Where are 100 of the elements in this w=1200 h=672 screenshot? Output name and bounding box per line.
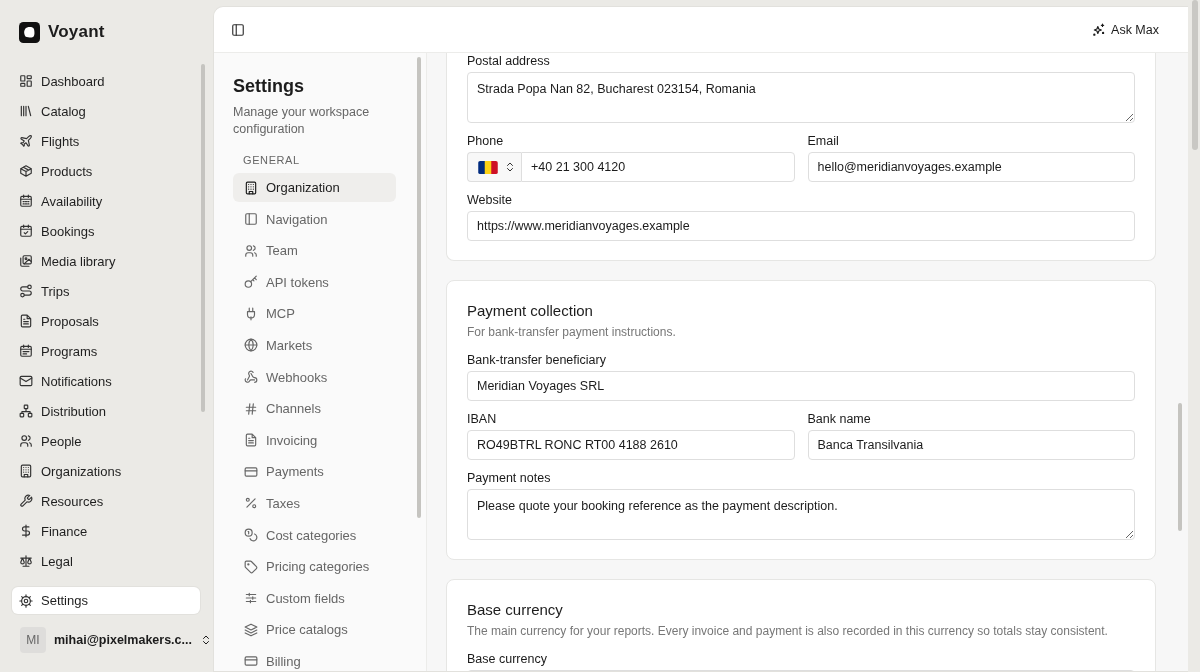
network-icon (19, 404, 33, 418)
nav-item[interactable]: Programs (0, 336, 213, 366)
field-label: Base currency (467, 652, 548, 667)
settings-nav-item[interactable]: Webhooks (233, 362, 396, 392)
settings-nav-item[interactable]: Price catalogs (233, 615, 396, 645)
sidebar-toggle-icon (231, 22, 245, 37)
plug-icon (244, 306, 258, 321)
globe-icon (244, 338, 258, 353)
sparkle-icon (1092, 22, 1107, 37)
user-email[interactable]: mihai@pixelmakers.c... (54, 633, 192, 647)
field-label: Bank name (807, 412, 872, 427)
card-description: The main currency for your reports. Every invoice and payment is also recorded in this currency so totals stay consistent. (467, 623, 1109, 639)
sidebar-toggle-icon (244, 212, 258, 227)
country-select[interactable] (467, 152, 521, 182)
nav-item[interactable]: Bookings (0, 216, 213, 246)
field-label: IBAN (467, 412, 498, 427)
route-icon (19, 284, 33, 298)
logo-icon (19, 21, 40, 43)
nav-item[interactable]: Flights (0, 126, 213, 156)
user-avatar: MI (20, 627, 46, 653)
settings-icon (19, 593, 33, 608)
settings-nav-item[interactable]: Cost categories (233, 520, 396, 550)
flag-icon (478, 160, 498, 174)
settings-nav-item[interactable]: Organization (233, 173, 396, 202)
field-label: Phone (467, 134, 505, 149)
nav-item[interactable]: Settings (12, 587, 200, 614)
grid-icon (19, 74, 33, 88)
scrollbar[interactable] (201, 64, 205, 412)
nav-item[interactable]: Legal (0, 546, 213, 576)
dollar-icon (19, 524, 33, 538)
nav-item[interactable]: Resources (0, 486, 213, 516)
settings-nav-item[interactable]: Pricing categories (233, 552, 396, 582)
wrench-icon (19, 494, 33, 508)
nav-item[interactable]: Notifications (0, 366, 213, 396)
nav-item[interactable]: Products (0, 156, 213, 186)
tag-icon (244, 559, 258, 574)
settings-nav-item[interactable]: Team (233, 236, 396, 266)
calendar-icon (19, 344, 33, 358)
settings-nav-item[interactable]: API tokens (233, 267, 396, 297)
scrollbar[interactable] (1192, 0, 1198, 150)
layers-icon (244, 622, 258, 637)
images-icon (19, 254, 33, 268)
calendar-icon (19, 194, 33, 208)
nav-item[interactable]: Media library (0, 246, 213, 276)
text-area[interactable]: Please quote your booking reference as the payment description. (467, 489, 1135, 540)
nav-item[interactable]: Dashboard (0, 66, 213, 96)
scrollbar[interactable] (417, 57, 421, 518)
settings-nav-item[interactable]: Custom fields (233, 583, 396, 613)
nav-item[interactable]: Finance (0, 516, 213, 546)
settings-nav-item[interactable]: Markets (233, 330, 396, 360)
settings-nav-item[interactable]: Invoicing (233, 425, 396, 455)
coins-icon (244, 528, 258, 543)
settings-nav-item[interactable]: Taxes (233, 488, 396, 518)
credit-card-icon (244, 654, 258, 669)
field-label: Payment notes (467, 471, 552, 486)
field-label: Email (807, 134, 840, 149)
settings-nav-item[interactable]: Billing (233, 646, 396, 671)
settings-nav-item[interactable]: Payments (233, 457, 396, 487)
scale-icon (19, 554, 33, 568)
section-heading: GENERAL (243, 154, 301, 166)
books-icon (19, 104, 33, 118)
input-field[interactable]: Meridian Voyages SRL (467, 371, 1135, 401)
phone-field[interactable]: +40 21 300 4120 (521, 152, 795, 182)
document-icon (244, 433, 258, 448)
settings-nav-item[interactable]: MCP (233, 299, 396, 329)
input-field[interactable]: RO49BTRL RONC RT00 4188 2610 (467, 430, 795, 460)
field-label: Postal address (467, 54, 551, 69)
nav-item[interactable]: Organizations (0, 456, 213, 486)
nav-item[interactable]: Trips (0, 276, 213, 306)
ask-button[interactable]: Ask Max (1088, 18, 1163, 41)
sliders-icon (244, 591, 258, 606)
settings-nav-item[interactable]: Navigation (233, 204, 396, 234)
input-field[interactable]: Banca Transilvania (807, 430, 1135, 460)
percent-icon (244, 496, 258, 511)
input-field[interactable]: hello@meridianvoyages.example (807, 152, 1135, 182)
input-field[interactable]: https://www.meridianvoyages.example (467, 211, 1135, 241)
scrollbar[interactable] (1178, 403, 1182, 531)
page-subtitle: Manage your workspace configuration (233, 104, 371, 138)
card-description: For bank-transfer payment instructions. (467, 324, 677, 340)
nav-item[interactable]: People (0, 426, 213, 456)
plane-icon (19, 134, 33, 148)
nav-item[interactable]: Distribution (0, 396, 213, 426)
hash-icon (244, 401, 258, 416)
nav-item[interactable]: Catalog (0, 96, 213, 126)
envelope-icon (19, 374, 33, 388)
card-title: Base currency (467, 600, 564, 620)
chevron-up-down-icon (504, 161, 516, 173)
users-icon (244, 243, 258, 258)
calendar-check-icon (19, 224, 33, 238)
building-icon (244, 180, 258, 195)
nav-item[interactable]: Proposals (0, 306, 213, 336)
field-label: Website (467, 193, 513, 208)
document-icon (19, 314, 33, 328)
field-label: Bank-transfer beneficiary (467, 353, 607, 368)
page-title: Settings (233, 75, 305, 97)
nav-item[interactable]: Availability (0, 186, 213, 216)
text-area[interactable]: Strada Popa Nan 82, Bucharest 023154, Romania (467, 72, 1135, 123)
settings-nav-item[interactable]: Channels (233, 394, 396, 424)
box-icon (19, 164, 33, 178)
credit-card-icon (244, 464, 258, 479)
